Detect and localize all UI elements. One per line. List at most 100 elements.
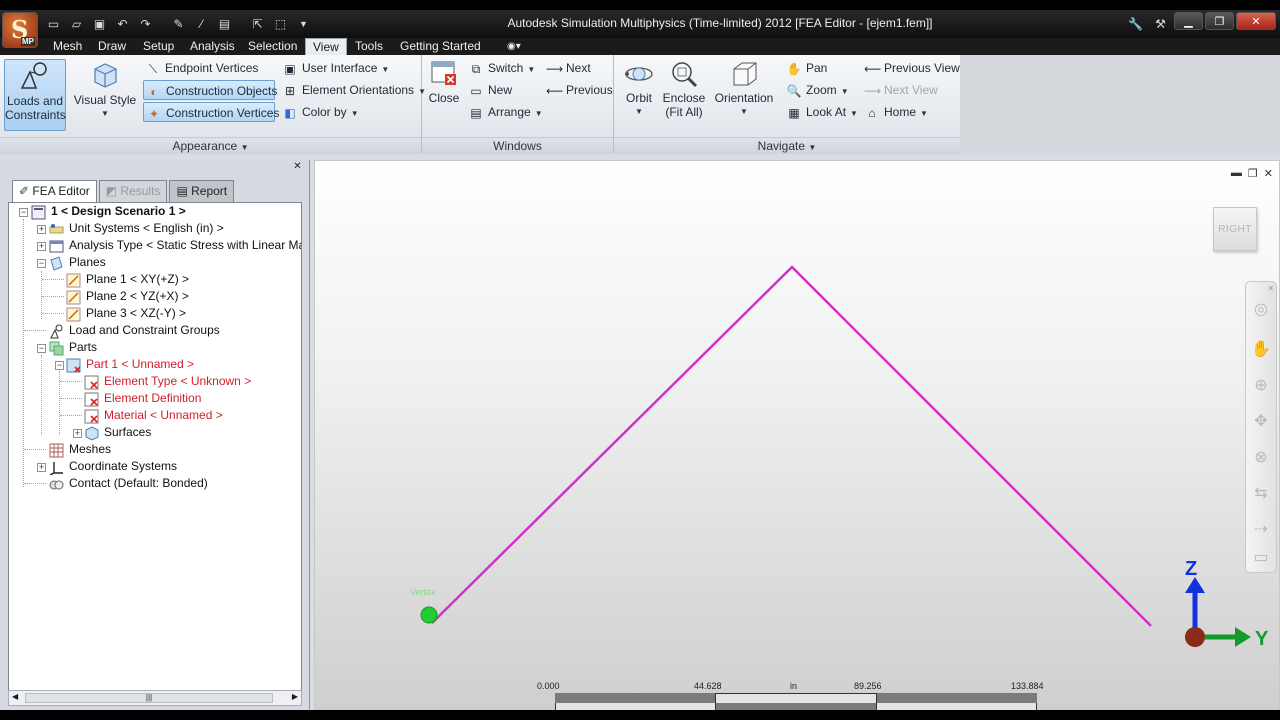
appearance-expand-icon: ▼ — [240, 143, 249, 152]
expand-toggle[interactable]: + — [37, 225, 46, 234]
tree-contact[interactable]: Contact (Default: Bonded) — [69, 475, 208, 492]
tree-planes[interactable]: Planes — [69, 254, 106, 271]
ribbon-options-icon[interactable]: ◉▾ — [505, 38, 523, 55]
tree-parts[interactable]: Parts — [69, 339, 97, 356]
orbit-button[interactable]: Orbit ▼ — [620, 59, 658, 131]
tree-surfaces[interactable]: Surfaces — [104, 424, 151, 441]
tab-view[interactable]: View — [305, 38, 347, 55]
tree-unit-systems[interactable]: Unit Systems < English (in) > — [69, 220, 224, 237]
title-bar: ▭ ▱ ▣ ↶ ↷ ✎ ⁄ ▤ ⇱ ⬚ ▼ Autodesk Simulatio… — [0, 10, 1280, 38]
tree-coordinate-systems[interactable]: Coordinate Systems — [69, 458, 177, 475]
tree-connector — [24, 483, 46, 484]
navbar-zoom-icon[interactable]: ⊕ — [1250, 374, 1272, 396]
selected-vertex[interactable] — [420, 606, 438, 624]
construction-vertices-button[interactable]: ✦ Construction Vertices — [143, 102, 279, 122]
orientation-button[interactable]: Orientation ▼ — [712, 59, 776, 131]
wrench-icon[interactable]: 🔧 — [1126, 14, 1145, 33]
collapse-toggle[interactable]: − — [55, 361, 64, 370]
previous-window-button[interactable]: ⟵ Previous — [544, 80, 613, 100]
tree-plane-2[interactable]: Plane 2 < YZ(+X) > — [86, 288, 189, 305]
previous-view-button[interactable]: ⟵ Previous View — [862, 58, 960, 78]
close-window-button[interactable]: Close — [426, 59, 462, 119]
tree-plane-1[interactable]: Plane 1 < XY(+Z) > — [86, 271, 189, 288]
expand-toggle[interactable]: + — [37, 463, 46, 472]
application-menu-button[interactable]: S MP — [2, 12, 38, 48]
construction-objects-button[interactable]: ◐ Construction Objects — [143, 80, 277, 100]
browser-close-icon[interactable]: ✕ — [292, 162, 303, 173]
navigate-label-text: Navigate — [757, 139, 806, 153]
tree-design-scenario[interactable]: 1 < Design Scenario 1 > — [51, 203, 186, 220]
tree-element-type[interactable]: Element Type < Unknown > — [104, 373, 251, 390]
tree-element-definition[interactable]: Element Definition — [104, 390, 201, 407]
viewcube[interactable]: RIGHT — [1213, 207, 1257, 251]
expand-toggle[interactable]: + — [73, 429, 82, 438]
model-viewport[interactable]: ▬ ❐ ✕ Vertex Z Y RIGHT ✕ ◎ ✋ ⊕ ✥ ⊗ ⇆ ⇢ ▭… — [314, 160, 1280, 710]
tab-setup[interactable]: Setup — [141, 38, 176, 55]
collapse-toggle[interactable]: − — [37, 344, 46, 353]
model-canvas[interactable]: Vertex Z Y — [315, 161, 1280, 710]
tree-material[interactable]: Material < Unnamed > — [104, 407, 223, 424]
tree-meshes[interactable]: Meshes — [69, 441, 111, 458]
navbar-close-icon[interactable]: ✕ — [1267, 284, 1274, 293]
construction-vertices-label: Construction Vertices — [166, 106, 280, 120]
tab-analysis[interactable]: Analysis — [188, 38, 237, 55]
switch-window-label: Switch — [488, 61, 524, 75]
loads-and-constraints-button[interactable]: Loads and Constraints — [4, 59, 66, 131]
tab-results[interactable]: ◩ Results — [98, 180, 168, 202]
user-interface-button[interactable]: ▣ User Interface ▼ — [280, 58, 415, 78]
tab-getting-started[interactable]: Getting Started — [398, 38, 483, 55]
part-icon — [66, 358, 81, 373]
model-line[interactable] — [431, 265, 1152, 627]
arrange-windows-button[interactable]: ▤ Arrange ▼ — [466, 102, 546, 122]
look-at-button[interactable]: ▦ Look At ▼ — [784, 102, 864, 122]
scrollbar-thumb[interactable]: ||| — [25, 693, 273, 703]
tab-report[interactable]: ▤ Report — [169, 180, 235, 202]
visual-style-button[interactable]: Visual Style ▼ — [72, 59, 138, 131]
navigate-expand-icon: ▼ — [808, 143, 817, 152]
tree-analysis-type[interactable]: Analysis Type < Static Stress with Linea… — [69, 237, 301, 254]
navbar-rewind-icon[interactable]: ⇢ — [1250, 518, 1272, 540]
tree-part-1[interactable]: Part 1 < Unnamed > — [86, 356, 194, 373]
endpoint-vertices-button[interactable]: ⟍ Endpoint Vertices — [143, 58, 275, 78]
minimize-icon[interactable]: ▁ — [1174, 12, 1203, 30]
look-at-icon: ▦ — [788, 105, 800, 120]
tab-mesh[interactable]: Mesh — [51, 38, 84, 55]
maximize-icon[interactable]: ❐ — [1205, 12, 1234, 30]
navbar-look-icon[interactable]: ⇆ — [1250, 482, 1272, 504]
switch-window-button[interactable]: ⧉ Switch ▼ — [466, 58, 536, 78]
tab-tools[interactable]: Tools — [353, 38, 385, 55]
help-icon[interactable]: ⚒ — [1151, 14, 1170, 33]
navbar-fit-icon[interactable]: ▭ — [1250, 546, 1272, 568]
close-icon[interactable]: ✕ — [1236, 12, 1276, 30]
tree-load-constraint-groups[interactable]: Load and Constraint Groups — [69, 322, 220, 339]
element-orientations-button[interactable]: ⊞ Element Orientations ▼ — [280, 80, 426, 100]
enclose-fit-all-button[interactable]: Enclose (Fit All) — [662, 59, 706, 131]
tab-selection[interactable]: Selection — [246, 38, 299, 55]
tab-fea-editor[interactable]: ✐ FEA Editor — [12, 180, 97, 202]
navigate-panel-label[interactable]: Navigate ▼ — [614, 137, 960, 154]
tab-draw[interactable]: Draw — [96, 38, 128, 55]
new-window-label: New — [488, 83, 513, 97]
expand-toggle[interactable]: + — [37, 242, 46, 251]
home-view-button[interactable]: ⌂ Home ▼ — [862, 102, 942, 122]
tree-plane-3[interactable]: Plane 3 < XZ(-Y) > — [86, 305, 186, 322]
steering-wheel-icon[interactable]: ◎ — [1250, 298, 1272, 320]
color-by-button[interactable]: ◧ Color by ▼ — [280, 102, 380, 122]
next-window-button[interactable]: ⟶ Next — [544, 58, 610, 78]
loads-and-constraints-label: Loads and Constraints — [5, 94, 66, 122]
navbar-center-icon[interactable]: ⊗ — [1250, 446, 1272, 468]
zoom-button[interactable]: 🔍 Zoom ▼ — [784, 80, 854, 100]
scroll-right-icon[interactable]: ▶ — [292, 692, 298, 701]
next-view-button[interactable]: ⟶ Next View — [862, 80, 958, 100]
collapse-toggle[interactable]: − — [37, 259, 46, 268]
navbar-pan-icon[interactable]: ✋ — [1250, 338, 1272, 360]
pan-button[interactable]: ✋ Pan — [784, 58, 854, 78]
scroll-left-icon[interactable]: ◀ — [12, 692, 18, 701]
appearance-panel-label[interactable]: Appearance ▼ — [0, 137, 421, 154]
new-window-button[interactable]: ▭ New — [466, 80, 536, 100]
tree-horizontal-scrollbar[interactable]: ◀ ||| ▶ — [8, 690, 302, 706]
collapse-toggle[interactable]: − — [19, 208, 28, 217]
tree-connector — [42, 279, 64, 280]
close-window-label: Close — [428, 91, 460, 105]
navbar-orbit-icon[interactable]: ✥ — [1250, 410, 1272, 432]
